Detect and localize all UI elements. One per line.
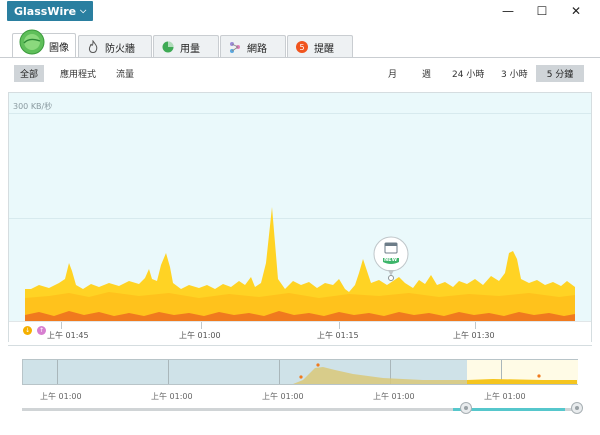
minimize-button[interactable]: — [496, 2, 520, 20]
filter-apps-button[interactable]: 應用程式 [54, 65, 102, 82]
close-button[interactable]: ✕ [564, 2, 588, 20]
tick-mark [201, 322, 202, 329]
chevron-down-icon: ⌵ [80, 6, 87, 15]
overview-tick-label: 上午 01:00 [484, 392, 526, 401]
time-tick-label: 上午 01:45 [47, 331, 89, 340]
range-5min-button[interactable]: 5 分鐘 [536, 65, 584, 82]
overview-graph[interactable] [22, 359, 578, 385]
tab-firewall-label: 防火牆 [105, 43, 135, 55]
overview-tick-label: 上午 01:00 [151, 392, 193, 401]
graph-globe-icon [19, 29, 45, 55]
time-tick-label: 上午 01:15 [317, 331, 359, 340]
tick-mark [475, 322, 476, 329]
range-24h-button[interactable]: 24 小時 [446, 65, 490, 82]
close-icon: ✕ [570, 4, 582, 18]
firewall-flame-icon [87, 40, 99, 54]
tick-mark [61, 322, 62, 329]
tab-firewall[interactable]: 防火牆 [78, 35, 152, 58]
timeline-handle-right[interactable] [571, 402, 583, 414]
time-tick-label: 上午 01:30 [453, 331, 495, 340]
timeline-overview: 上午 01:00 上午 01:00 上午 01:00 上午 01:00 上午 0… [8, 345, 592, 428]
tab-network[interactable]: 網路 [220, 35, 286, 58]
new-badge: NEW [384, 257, 398, 263]
network-nodes-icon [229, 41, 241, 53]
overview-area-chart [293, 363, 577, 384]
tab-alerts-label: 提醒 [314, 43, 334, 55]
range-3h-button[interactable]: 3 小時 [495, 65, 534, 82]
usage-pie-icon [162, 41, 174, 53]
tab-usage-label: 用量 [180, 43, 200, 55]
overview-tick-label: 上午 01:00 [40, 392, 82, 401]
alerts-badge-icon: 5 [296, 41, 308, 53]
traffic-graph-panel[interactable]: 300 KB/秒 NEW ↓ ↑ 上午 01:45 上午 01:00 上午 01… [8, 92, 592, 342]
minimize-icon: — [502, 4, 514, 18]
time-axis [9, 321, 591, 342]
range-week-button[interactable]: 週 [416, 65, 437, 82]
time-tick-label: 上午 01:00 [179, 331, 221, 340]
filter-all-button[interactable]: 全部 [14, 65, 45, 82]
app-title: GlassWire [14, 4, 77, 18]
filter-toolbar: 全部 應用程式 流量 月 週 24 小時 3 小時 5 分鐘 [8, 62, 592, 86]
overview-tick-label: 上午 01:00 [262, 392, 304, 401]
app-menu-button[interactable]: GlassWire ⌵ [7, 1, 94, 21]
new-app-marker[interactable]: NEW [373, 236, 409, 286]
tab-divider [0, 57, 600, 58]
tab-graph-label: 圖像 [49, 42, 69, 54]
range-month-button[interactable]: 月 [382, 65, 403, 82]
timeline-handle-left[interactable] [460, 402, 472, 414]
tab-network-label: 網路 [247, 43, 267, 55]
main-tabs: 圖像 防火牆 用量 網路 5 提醒 [0, 26, 600, 58]
maximize-button[interactable]: ☐ [530, 2, 554, 20]
overview-tick-label: 上午 01:00 [373, 392, 415, 401]
maximize-icon: ☐ [536, 4, 548, 18]
tick-mark [339, 322, 340, 329]
tab-graph[interactable]: 圖像 [12, 29, 76, 58]
incoming-indicator-icon: ↓ [23, 326, 32, 335]
alerts-count: 5 [299, 42, 305, 52]
tab-usage[interactable]: 用量 [153, 35, 219, 58]
tab-alerts[interactable]: 5 提醒 [287, 35, 353, 58]
title-bar: GlassWire ⌵ — ☐ ✕ [0, 0, 600, 26]
traffic-area-chart [25, 207, 575, 321]
outgoing-indicator-icon: ↑ [37, 326, 46, 335]
filter-traffic-button[interactable]: 流量 [110, 65, 140, 82]
